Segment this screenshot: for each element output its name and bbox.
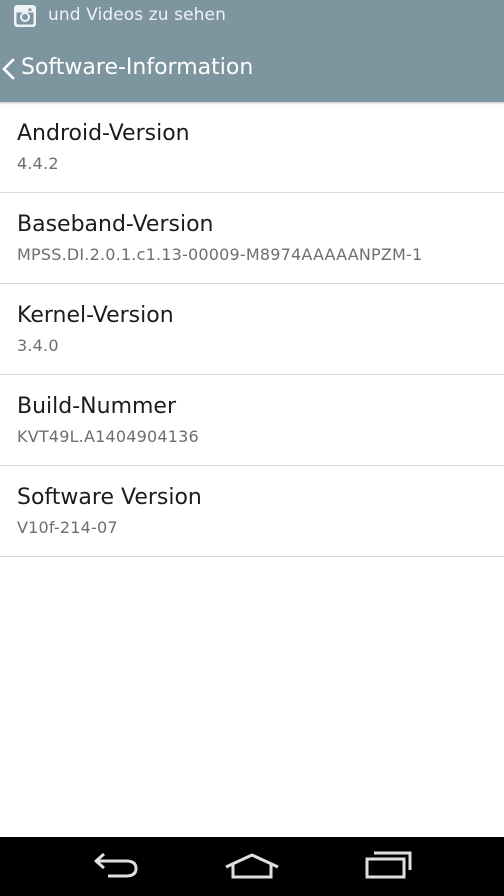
item-value: V10f-214-07 [17, 518, 118, 537]
home-button[interactable] [222, 849, 282, 885]
back-button[interactable] [86, 849, 146, 885]
chevron-left-icon[interactable] [1, 58, 17, 80]
status-bar: und Videos zu sehen [0, 0, 504, 36]
back-arrow-icon [90, 850, 142, 884]
item-value: KVT49L.A1404904136 [17, 427, 199, 446]
recent-apps-icon [362, 850, 414, 884]
list-item-software-version[interactable]: Software Version V10f-214-07 [0, 466, 504, 557]
settings-list: Android-Version 4.4.2 Baseband-Version M… [0, 102, 504, 557]
recent-apps-button[interactable] [358, 849, 418, 885]
home-icon [223, 850, 281, 884]
navigation-bar [0, 837, 504, 896]
item-title: Build-Nummer [17, 394, 177, 419]
instagram-icon [13, 4, 37, 28]
screen: und Videos zu sehen Software-Information… [0, 0, 504, 896]
item-value: MPSS.DI.2.0.1.c1.13-00009-M8974AAAAANPZM… [17, 245, 423, 264]
page-title[interactable]: Software-Information [21, 55, 253, 80]
item-value: 3.4.0 [17, 336, 59, 355]
list-item-android-version[interactable]: Android-Version 4.4.2 [0, 102, 504, 193]
action-bar: Software-Information [0, 36, 504, 102]
list-item-baseband-version[interactable]: Baseband-Version MPSS.DI.2.0.1.c1.13-000… [0, 193, 504, 284]
list-item-build-number[interactable]: Build-Nummer KVT49L.A1404904136 [0, 375, 504, 466]
item-value: 4.4.2 [17, 154, 59, 173]
item-title: Software Version [17, 485, 202, 510]
item-title: Baseband-Version [17, 212, 214, 237]
item-title: Kernel-Version [17, 303, 174, 328]
notification-ticker-text: und Videos zu sehen [48, 5, 226, 25]
item-title: Android-Version [17, 121, 190, 146]
list-item-kernel-version[interactable]: Kernel-Version 3.4.0 [0, 284, 504, 375]
